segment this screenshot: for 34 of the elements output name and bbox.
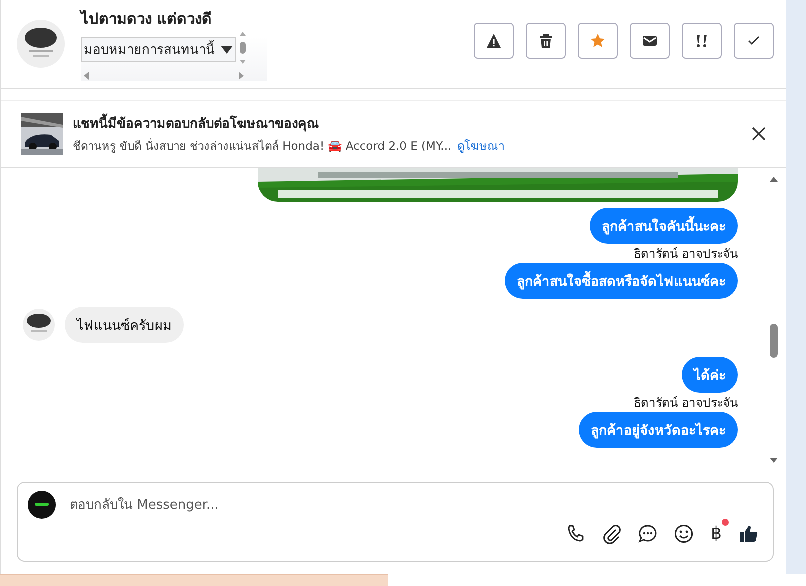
attach-icon[interactable] [602, 524, 622, 544]
phone-icon[interactable] [566, 524, 586, 544]
banner-title: แชทนี้มีข้อความตอบกลับต่อโฆษณาของคุณ [73, 113, 505, 134]
like-icon[interactable] [739, 524, 759, 544]
star-button[interactable] [578, 23, 618, 59]
warning-button[interactable] [474, 23, 514, 59]
avatar [17, 20, 65, 68]
received-message: ไฟแนนซ์ครับผม [65, 307, 184, 343]
sent-message: ได้ค่ะ [682, 357, 738, 393]
urgent-button[interactable] [682, 23, 722, 59]
sent-message: ลูกค้าสนใจคันนี้นะคะ [590, 208, 738, 244]
chat-icon[interactable] [638, 524, 658, 544]
mail-icon [642, 33, 658, 49]
assign-dropdown[interactable]: มอบหมายการสนทนานี้ [81, 37, 236, 62]
avatar [28, 491, 56, 519]
view-ad-link[interactable]: ดูโฆษณา [458, 137, 505, 155]
caret-icon [221, 46, 233, 54]
emoji-icon[interactable] [674, 524, 694, 544]
sent-message: ลูกค้าสนใจซื้อสดหรือจัดไฟแนนซ์คะ [505, 263, 738, 299]
sender-name: ธิดารัตน์ อาจประจัน [634, 395, 738, 412]
star-icon [590, 33, 606, 49]
sender-name: ธิดารัตน์ อาจประจัน [634, 246, 738, 263]
warning-icon [486, 33, 502, 49]
urgent-icon [694, 33, 710, 49]
baht-button[interactable]: ฿ [710, 523, 723, 545]
close-icon[interactable] [752, 127, 766, 141]
sent-message: ลูกค้าอยู่จังหวัดอะไรคะ [579, 412, 738, 448]
ad-description: ชีดานหรู ขับดี นั่งสบาย ช่วงล่างแน่นสไตล์ Honda! 🚘 Accord 2.0 E (MY... [73, 137, 452, 155]
trash-icon [538, 33, 554, 49]
avatar [23, 309, 55, 341]
notification-dot [722, 519, 729, 526]
trash-button[interactable] [526, 23, 566, 59]
mail-button[interactable] [630, 23, 670, 59]
contact-name: ไปตามดวง แต่ดวงดี [81, 8, 214, 30]
